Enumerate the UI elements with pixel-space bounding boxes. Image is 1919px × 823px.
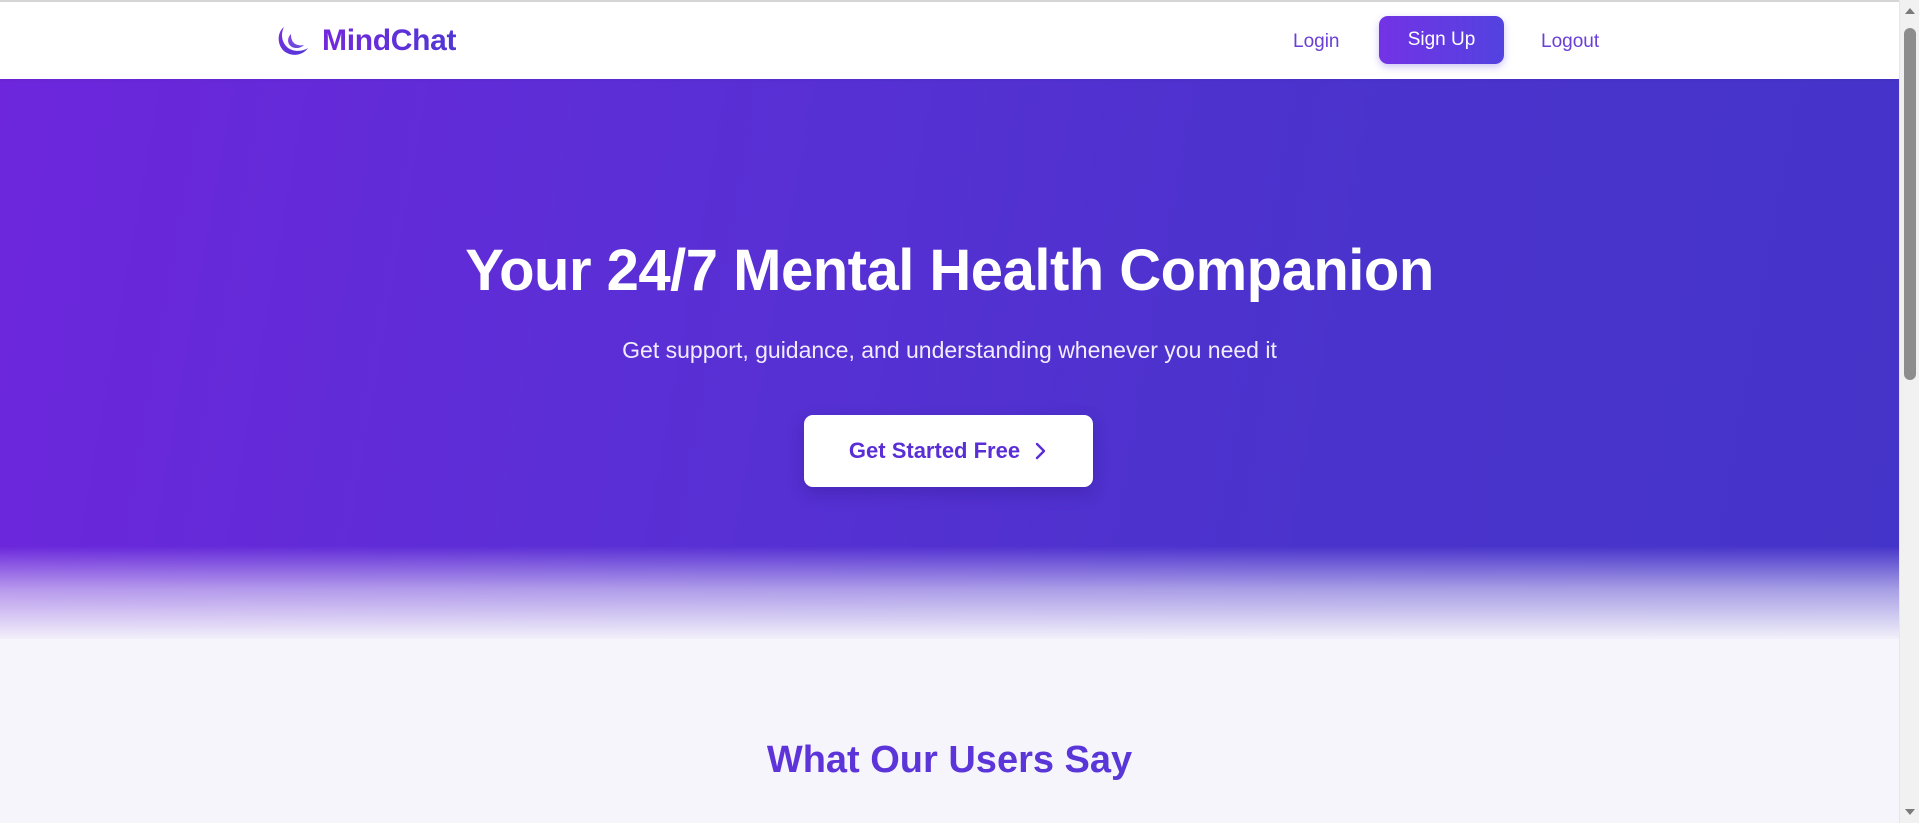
get-started-button[interactable]: Get Started Free <box>804 415 1093 487</box>
crescent-moon-icon <box>278 27 308 55</box>
top-navbar: MindChat Login Sign Up Logout <box>0 2 1899 79</box>
hero-subtitle: Get support, guidance, and understanding… <box>622 337 1277 363</box>
scrollbar-thumb[interactable] <box>1904 28 1916 380</box>
hero-fade-overlay <box>0 546 1899 642</box>
logout-link[interactable]: Logout <box>1541 28 1599 56</box>
scroll-up-arrow-icon[interactable] <box>1904 5 1916 17</box>
scroll-down-arrow-icon[interactable] <box>1904 806 1916 818</box>
testimonials-title: What Our Users Say <box>0 736 1899 784</box>
get-started-label: Get Started Free <box>848 438 1021 463</box>
hero-title: Your 24/7 Mental Health Companion <box>465 238 1434 303</box>
chevron-right-icon <box>1035 442 1046 460</box>
page-viewport: MindChat Login Sign Up Logout Your 24/7 … <box>0 0 1899 823</box>
brand-logo[interactable]: MindChat <box>274 22 457 60</box>
login-link[interactable]: Login <box>1293 28 1340 56</box>
signup-button[interactable]: Sign Up <box>1379 16 1504 64</box>
vertical-scrollbar[interactable] <box>1899 0 1919 823</box>
brand-name: MindChat <box>322 24 457 57</box>
